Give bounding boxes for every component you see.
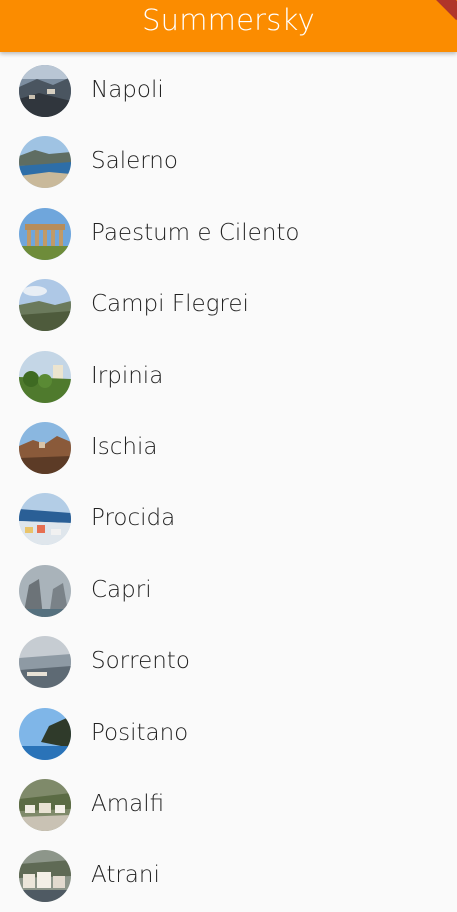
list-item-label: Procida — [91, 505, 176, 532]
salerno-avatar — [19, 136, 71, 189]
list-item-label: Paestum e Cilento — [91, 219, 300, 246]
app-title: Summersky — [142, 3, 315, 37]
app-bar: Summersky — [0, 0, 457, 52]
list-item-atrani[interactable]: Atrani — [0, 840, 457, 911]
list-item-label: Ischia — [91, 433, 158, 460]
capri-avatar — [19, 564, 71, 617]
list-item-label: Sorrento — [91, 648, 190, 675]
list-item-label: Salerno — [91, 148, 178, 175]
napoli-avatar — [19, 65, 71, 117]
list-item-irpinia[interactable]: Irpinia — [0, 341, 457, 412]
ischia-avatar — [19, 421, 71, 474]
list-item-procida[interactable]: Procida — [0, 483, 457, 554]
list-item-amalfi[interactable]: Amalfi — [0, 769, 457, 840]
places-list: Napoli Salerno Paestum e Cilento Campi F… — [0, 55, 457, 912]
list-item-label: Napoli — [91, 77, 164, 103]
list-item-label: Capri — [91, 576, 152, 603]
procida-avatar — [19, 493, 71, 546]
list-item-capri[interactable]: Capri — [0, 555, 457, 626]
amalfi-avatar — [19, 778, 71, 831]
irpinia-avatar — [19, 350, 71, 403]
list-item-label: Irpinia — [91, 362, 164, 389]
list-item-label: Amalfi — [91, 790, 165, 817]
list-item-napoli[interactable]: Napoli — [0, 55, 457, 126]
list-item-salerno[interactable]: Salerno — [0, 126, 457, 197]
list-item-label: Campi Flegrei — [91, 291, 249, 318]
list-item-positano[interactable]: Positano — [0, 698, 457, 769]
campi-flegrei-avatar — [19, 279, 71, 332]
list-item-paestum[interactable]: Paestum e Cilento — [0, 198, 457, 269]
list-item-label: Positano — [91, 719, 189, 746]
list-item-ischia[interactable]: Ischia — [0, 412, 457, 483]
paestum-avatar — [19, 207, 71, 260]
list-item-label: Atrani — [91, 862, 160, 889]
positano-avatar — [19, 707, 71, 760]
atrani-avatar — [19, 850, 71, 903]
list-item-sorrento[interactable]: Sorrento — [0, 626, 457, 697]
list-item-campi-flegrei[interactable]: Campi Flegrei — [0, 269, 457, 340]
sorrento-avatar — [19, 636, 71, 689]
